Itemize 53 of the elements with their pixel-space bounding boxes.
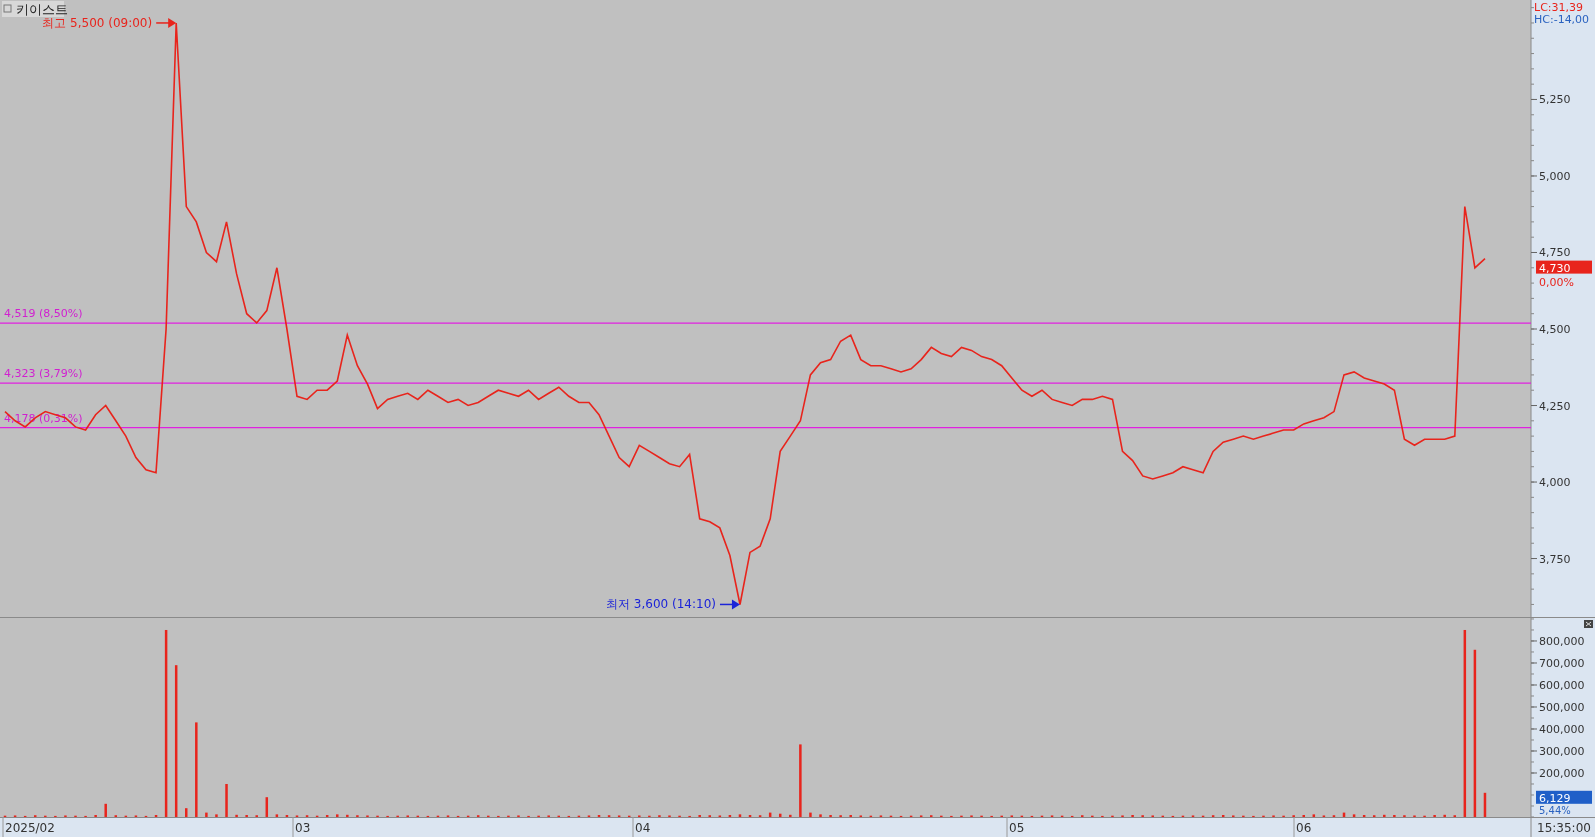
indicator-value: HC:-14,00	[1534, 13, 1590, 26]
volume-bar	[789, 814, 792, 817]
axis-tick-label: 5,000	[1539, 170, 1571, 183]
volume-bar	[275, 814, 279, 817]
axis-tick-label: 3,750	[1539, 552, 1571, 566]
volume-bar	[779, 813, 782, 817]
pointer-arrow	[719, 599, 740, 610]
change-percent: 5,44%	[1539, 804, 1571, 816]
date-label: 04	[635, 821, 651, 835]
volume-bar	[1312, 814, 1316, 817]
volume-bar	[1342, 812, 1346, 817]
level-label: 4,519 (8,50%)	[4, 307, 83, 321]
axis-tick-label: 4,250	[1539, 399, 1571, 413]
axis-tick-label: 4,000	[1539, 476, 1571, 490]
axis-tick-label: 800,000	[1539, 635, 1585, 648]
date-label: 06	[1296, 821, 1312, 835]
volume-bar	[215, 814, 218, 817]
volume-bar	[738, 814, 742, 817]
close-icon[interactable]	[1584, 620, 1593, 628]
axis-tick-label: 500,000	[1539, 701, 1585, 714]
axis-tick-label: 4,750	[1539, 246, 1571, 260]
indicator-value: LC:31,39	[1534, 1, 1583, 14]
volume-bar	[205, 812, 208, 817]
axis-tick-label: 300,000	[1539, 745, 1585, 758]
date-label: 2025/02	[5, 821, 55, 835]
volume-bar	[104, 803, 107, 817]
volume-bar	[809, 812, 812, 817]
volume-bar	[235, 814, 238, 817]
price-extreme-label: 최고 5,500 (09:00)	[42, 15, 153, 30]
volume-bar	[265, 797, 269, 817]
volume-bar	[1443, 814, 1446, 817]
volume-bar	[1352, 814, 1356, 817]
change-percent: 0,00%	[1539, 275, 1574, 289]
volume-bar	[185, 808, 188, 817]
volume-bar	[1483, 792, 1487, 817]
volume-bar	[225, 784, 228, 817]
pointer-arrow	[155, 17, 177, 28]
date-label: 05	[1009, 821, 1025, 835]
date-label: 03	[295, 821, 311, 835]
volume-bar	[346, 814, 349, 817]
volume-bar	[819, 814, 822, 817]
time-label: 15:35:00	[1537, 821, 1591, 835]
level-label: 4,323 (3,79%)	[4, 367, 83, 381]
volume-bar	[1383, 814, 1386, 817]
volume-bar	[768, 812, 772, 817]
axis-tick-label: 400,000	[1539, 723, 1585, 736]
price-extreme-label: 최저 3,600 (14:10)	[606, 597, 716, 612]
axis-tick-label: 4,500	[1539, 323, 1571, 336]
volume-bar	[336, 814, 339, 817]
axis-tick-label: 200,000	[1539, 767, 1585, 780]
axis-tick-label: 700,000	[1539, 657, 1585, 670]
axis-tick-label: 5,250	[1539, 93, 1571, 107]
axis-tick-label: 600,000	[1539, 679, 1585, 692]
